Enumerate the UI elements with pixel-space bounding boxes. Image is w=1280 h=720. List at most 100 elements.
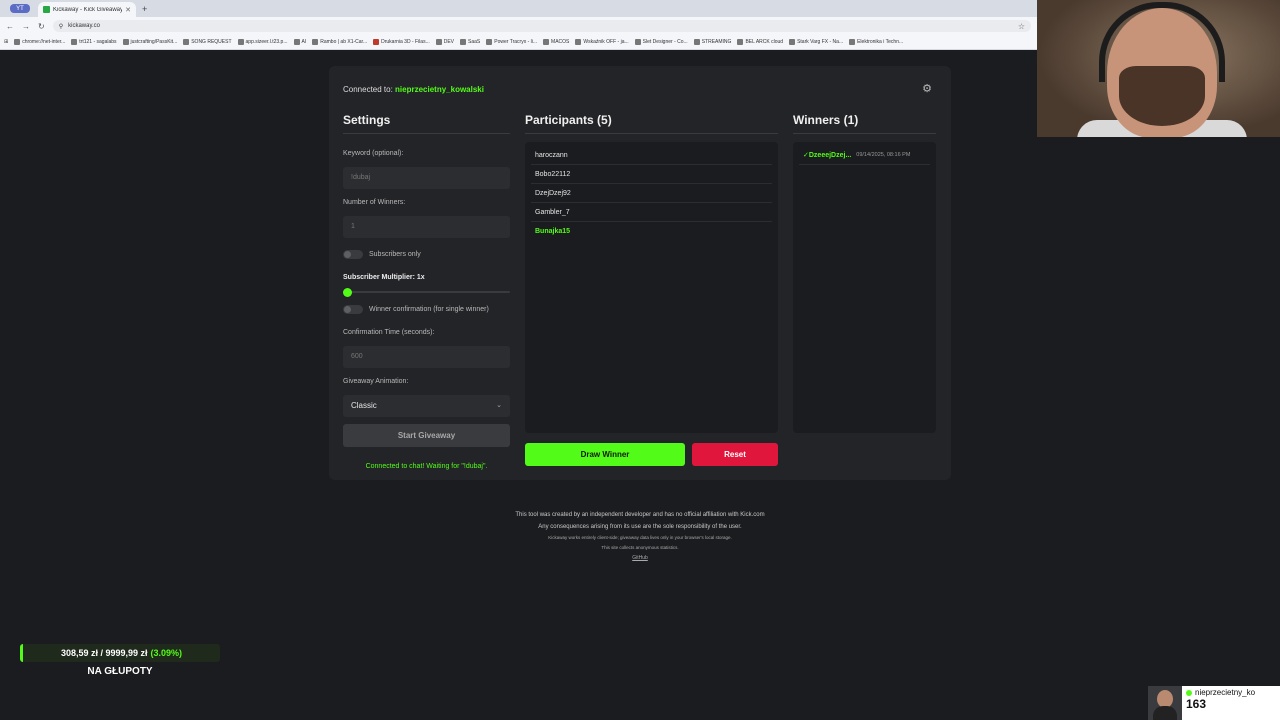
- footer-responsibility: Any consequences arising from its use ar…: [538, 524, 742, 530]
- multiplier-slider-thumb[interactable]: [343, 288, 352, 297]
- site-info-icon[interactable]: ⚲: [59, 23, 63, 30]
- multiplier-slider[interactable]: [343, 291, 510, 293]
- winners-list: ✓DzeeejDzej... 09/14/2025, 08:16 PM: [793, 142, 936, 433]
- tab-group-label[interactable]: YT: [10, 4, 30, 13]
- webcam-overlay: [1037, 0, 1280, 137]
- browser-tab[interactable]: Kickaway - Kick Giveaway Tool ✕: [38, 2, 136, 17]
- winner-confirmation-toggle[interactable]: [343, 305, 363, 314]
- bookmark-item[interactable]: trt121 - sagalabs: [71, 39, 117, 45]
- participant-row: haroczann: [531, 146, 772, 165]
- bookmark-item[interactable]: Drukarnia 3D - Filas...: [373, 39, 430, 45]
- bookmark-item[interactable]: Wskaźnik OFF - ja...: [575, 39, 629, 45]
- viewer-channel: nieprzecietny_ko: [1186, 688, 1276, 697]
- reset-button[interactable]: Reset: [692, 443, 778, 466]
- close-tab-icon[interactable]: ✕: [125, 6, 131, 14]
- page-footer: This tool was created by an independent …: [470, 509, 810, 563]
- connection-status: Connected to chat! Waiting for "!dubaj".: [365, 463, 488, 470]
- browser-tabbar: YT Kickaway - Kick Giveaway Tool ✕ +: [0, 0, 1037, 17]
- url-text: kickaway.co: [68, 23, 101, 29]
- viewer-widget: nieprzecietny_ko 163: [1148, 686, 1280, 720]
- bookmark-icon: [575, 39, 582, 45]
- kickaway-favicon-icon: [43, 6, 50, 13]
- bookmark-item[interactable]: Power Tracryx - li...: [486, 39, 537, 45]
- bookmark-folder[interactable]: MACOS: [543, 39, 569, 45]
- bookmark-item[interactable]: chrome://net-inter...: [14, 39, 65, 45]
- participant-row: Bobo22112: [531, 165, 772, 184]
- forward-icon[interactable]: →: [22, 22, 30, 31]
- viewer-info: nieprzecietny_ko 163: [1182, 686, 1280, 720]
- winner-name: ✓DzeeejDzej...: [803, 152, 852, 159]
- bookmark-icon: [486, 39, 493, 45]
- bookmark-icon: [373, 39, 380, 45]
- bookmark-item[interactable]: Rambo | ab X1-Car...: [312, 39, 367, 45]
- settings-title: Settings: [343, 113, 510, 134]
- keyword-label: Keyword (optional):: [343, 150, 404, 157]
- bookmark-icon: [737, 39, 744, 45]
- tab-title: Kickaway - Kick Giveaway Tool: [53, 6, 123, 13]
- bookmark-icon: [789, 39, 796, 45]
- start-giveaway-button[interactable]: Start Giveaway: [343, 424, 510, 447]
- bookmark-icon: [849, 39, 856, 45]
- reload-icon[interactable]: ↻: [38, 22, 45, 31]
- bookmark-item[interactable]: Slet Designer - Co...: [634, 39, 688, 45]
- giveaway-panel: Connected to: nieprzecietny_kowalski ⚙ S…: [329, 66, 951, 480]
- bookmark-item[interactable]: Elektronika i Techn...: [849, 39, 903, 45]
- draw-winner-button[interactable]: Draw Winner: [525, 443, 685, 466]
- back-icon[interactable]: ←: [6, 22, 14, 31]
- subscribers-only-toggle[interactable]: [343, 250, 363, 259]
- folder-icon: [293, 39, 300, 45]
- winner-confirmation-label: Winner confirmation (for single winner): [369, 306, 489, 313]
- keyword-input[interactable]: !dubaj: [343, 167, 510, 189]
- participant-row: DzejDzej92: [531, 184, 772, 203]
- connected-username: nieprzecietny_kowalski: [395, 85, 484, 94]
- bookmark-icon: [183, 39, 190, 45]
- goal-percent: (3.09%): [150, 648, 183, 658]
- apps-icon[interactable]: ⊞: [4, 39, 8, 45]
- avatar: [1148, 686, 1182, 720]
- participant-row-winner: Bunajka15: [535, 228, 571, 235]
- bookmark-folder[interactable]: AI: [293, 39, 306, 45]
- bookmark-star-icon[interactable]: ☆: [1018, 22, 1025, 31]
- bookmarks-bar: ⊞ chrome://net-inter... trt121 - sagalab…: [0, 35, 1037, 50]
- confirmation-time-label: Confirmation Time (seconds):: [343, 329, 435, 336]
- donation-goal-bar: 308,59 zł / 9999,99 zł (3.09%): [20, 644, 220, 662]
- animation-select[interactable]: Classic ⌄: [343, 395, 510, 417]
- bookmark-item[interactable]: justcrafting/PassKit...: [122, 39, 177, 45]
- winners-count-label: Number of Winners:: [343, 199, 406, 206]
- goal-label: NA GŁUPOTY: [87, 666, 153, 677]
- participants-title: Participants (5): [525, 113, 778, 134]
- bookmark-icon: [634, 39, 641, 45]
- participants-list: haroczann Bobo22112 DzejDzej92 Gambler_7…: [525, 142, 778, 433]
- confirmation-time-input[interactable]: 600: [343, 346, 510, 368]
- bookmark-folder[interactable]: DEV: [435, 39, 454, 45]
- winner-row: ✓DzeeejDzej... 09/14/2025, 08:16 PM: [799, 146, 930, 165]
- browser-addressbar: ← → ↻ ⚲ kickaway.co ☆: [0, 17, 1037, 35]
- new-tab-icon[interactable]: +: [142, 4, 147, 14]
- chevron-down-icon: ⌄: [496, 402, 502, 409]
- viewer-channel-name: nieprzecietny_ko: [1195, 688, 1256, 697]
- bookmark-item[interactable]: Stark Varg FX - Na...: [789, 39, 843, 45]
- folder-icon: [543, 39, 550, 45]
- url-bar[interactable]: ⚲ kickaway.co ☆: [52, 20, 1031, 32]
- connection-info: Connected to: nieprzecietny_kowalski: [343, 85, 484, 94]
- bookmark-item[interactable]: BEL ARCK cloud: [737, 39, 783, 45]
- gear-icon[interactable]: ⚙: [920, 82, 934, 96]
- participant-row: Gambler_7: [531, 203, 772, 222]
- bookmark-item[interactable]: app.sizeer.l.t23.p...: [237, 39, 288, 45]
- bookmark-item[interactable]: SONG REQUEST: [183, 39, 232, 45]
- bookmark-icon: [71, 39, 78, 45]
- footer-storage-note: Kickaway works entirely client-side; giv…: [548, 535, 732, 540]
- goal-amount: 308,59 zł / 9999,99 zł: [60, 648, 148, 658]
- bookmark-folder[interactable]: SaaS: [460, 39, 480, 45]
- subscribers-only-label: Subscribers only: [369, 251, 421, 258]
- winners-count-input[interactable]: 1: [343, 216, 510, 238]
- winner-date: 09/14/2025, 08:16 PM: [856, 152, 911, 158]
- bookmark-folder[interactable]: STREAMING: [693, 39, 731, 45]
- footer-stats-note: This site collects anonymous statistics.: [601, 545, 679, 550]
- folder-icon: [460, 39, 467, 45]
- bookmark-icon: [312, 39, 319, 45]
- folder-icon: [693, 39, 700, 45]
- live-dot-icon: [1186, 689, 1192, 696]
- footer-github-link[interactable]: GitHub: [470, 553, 810, 563]
- subscriber-multiplier-label: Subscriber Multiplier: 1x: [343, 274, 425, 281]
